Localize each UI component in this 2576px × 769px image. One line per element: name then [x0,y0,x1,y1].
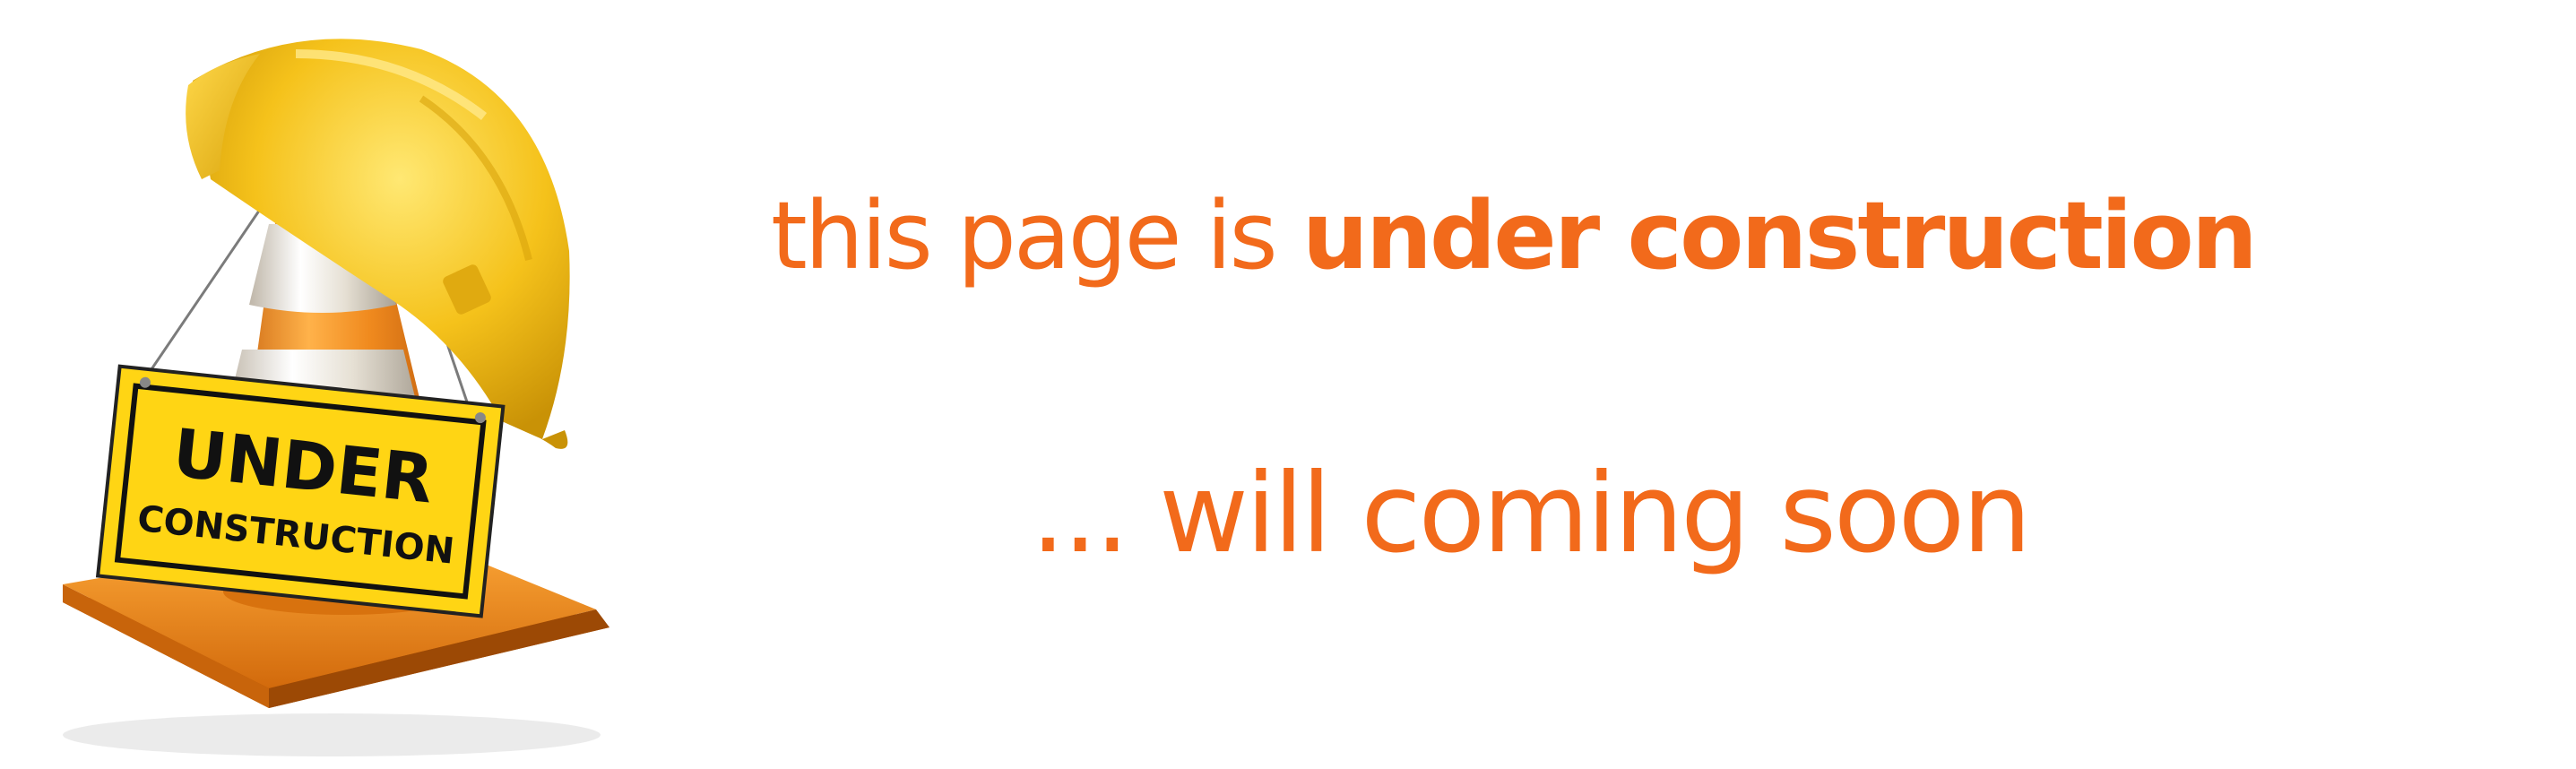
under-construction-page: UNDER CONSTRUCTION this page is under co… [0,0,2576,769]
under-construction-cone-helmet-icon: UNDER CONSTRUCTION [63,39,609,756]
page-status-headline: this page is under construction [771,160,2554,312]
headline-emphasis: under construction [1301,181,2258,290]
under-construction-sign: UNDER CONSTRUCTION [95,364,506,618]
headline-prefix: this page is [771,181,1302,290]
coming-soon-text: ... will coming soon [1031,450,2032,577]
shadow [63,713,601,756]
